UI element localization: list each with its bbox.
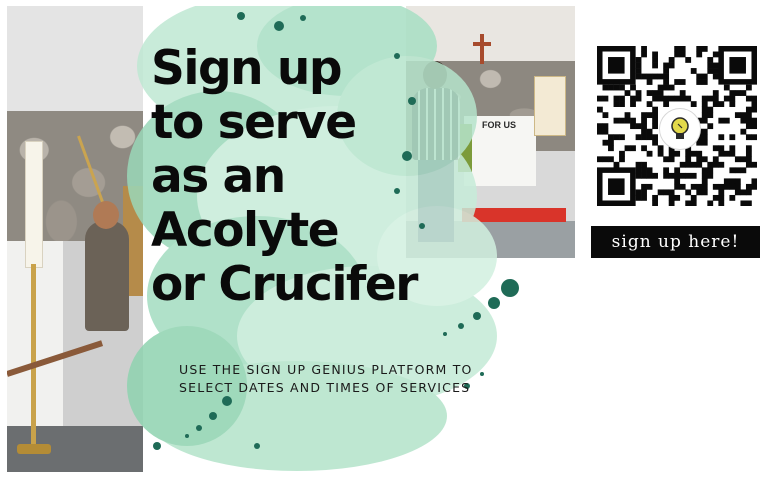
- altar-banner: [534, 76, 566, 136]
- candle-stand-base: [17, 444, 51, 454]
- headline-line: to serve: [151, 95, 357, 150]
- headline-line: or Crucifer: [151, 257, 418, 312]
- headline: Sign up to serve as an Acolyte or Crucif…: [151, 41, 418, 312]
- paschal-candle: [25, 141, 43, 268]
- instructions-line: USE THE SIGN UP GENIUS PLATFORM TO: [179, 362, 473, 377]
- flyer-image: FOR US Sign up to serve as an Acolyte or…: [7, 6, 575, 472]
- lightbulb-icon: [660, 109, 700, 149]
- instructions-text: USE THE SIGN UP GENIUS PLATFORM TO SELEC…: [179, 361, 569, 397]
- sign-up-button[interactable]: sign up here!: [591, 226, 760, 258]
- headline-line: as an: [151, 149, 286, 204]
- headline-line: Acolyte: [151, 203, 340, 258]
- headline-line: Sign up: [151, 41, 343, 96]
- instructions-line: SELECT DATES AND TIMES OF SERVICES: [179, 380, 471, 395]
- candle-stand: [31, 264, 36, 454]
- qr-code-icon[interactable]: [597, 46, 757, 206]
